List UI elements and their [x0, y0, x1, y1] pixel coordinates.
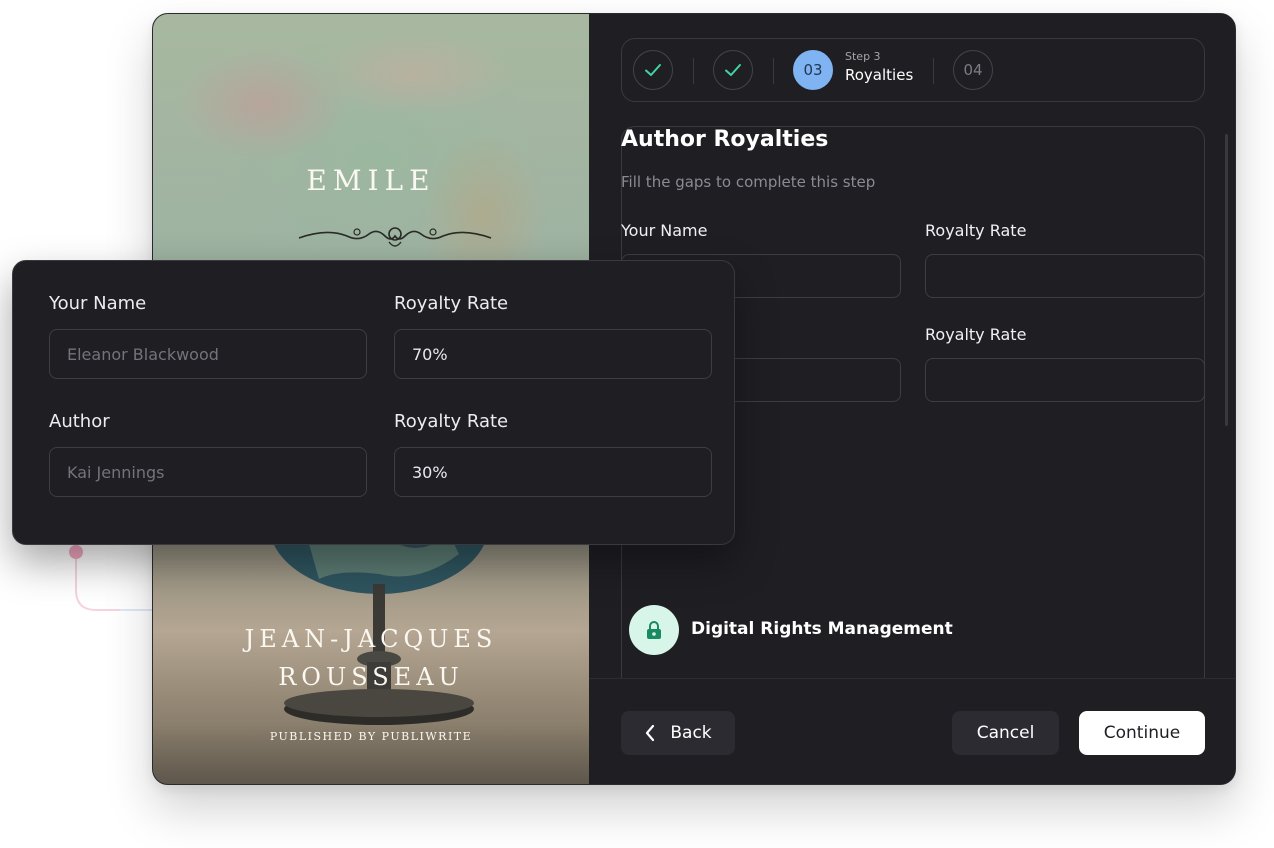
page-subtitle: Fill the gaps to complete this step [621, 173, 876, 191]
step-kicker: Step 3 [845, 50, 881, 63]
check-icon [645, 64, 661, 76]
step-divider [773, 58, 774, 84]
royalty-rate-label-2: Royalty Rate [394, 411, 509, 432]
step-3-active[interactable]: 03 [793, 50, 833, 90]
step-1-complete[interactable] [633, 50, 673, 90]
cancel-button[interactable]: Cancel [952, 711, 1059, 755]
your-name-input[interactable] [49, 329, 367, 379]
scrollbar[interactable] [1225, 134, 1228, 426]
footer-actions: Back Cancel Continue [589, 678, 1235, 784]
lock-icon [647, 621, 661, 639]
page-title: Author Royalties [621, 127, 829, 152]
cover-title: EMILE [306, 164, 436, 197]
back-button[interactable]: Back [621, 711, 735, 755]
royalty-rate-input-2[interactable] [394, 447, 712, 497]
royalty-rate-input[interactable] [394, 329, 712, 379]
drm-label: Digital Rights Management [691, 619, 953, 639]
step-2-complete[interactable] [713, 50, 753, 90]
check-icon [725, 64, 741, 76]
royalty-rate-label: Royalty Rate [394, 293, 509, 314]
stepper: 03 Step 3 Royalties 04 [621, 38, 1205, 102]
author-label: Author [49, 411, 110, 432]
cover-author-first: JEAN-JACQUES [244, 625, 498, 653]
step-4-upcoming[interactable]: 04 [953, 50, 993, 90]
cover-author: JEAN-JACQUES ROUSSEAU [153, 620, 589, 696]
royalty-rate-field[interactable] [925, 254, 1205, 298]
cover-publisher: PUBLISHED BY PUBLIWRITE [269, 730, 473, 743]
your-name-label: Your Name [621, 221, 708, 240]
cover-author-last: ROUSSEAU [278, 663, 464, 691]
royalty-rate-field-2[interactable] [925, 358, 1205, 402]
royalty-rate-label-2: Royalty Rate [925, 325, 1027, 344]
step-divider [693, 58, 694, 84]
step-label: Royalties [845, 66, 914, 84]
step-divider [933, 58, 934, 84]
ornament-flourish-icon [298, 227, 492, 247]
author-input[interactable] [49, 447, 367, 497]
drm-toggle[interactable] [629, 605, 679, 655]
continue-button[interactable]: Continue [1079, 711, 1205, 755]
royalty-split-card: Your Name Royalty Rate Author Royalty Ra… [12, 260, 735, 545]
chevron-left-icon [646, 724, 655, 742]
back-label: Back [670, 723, 712, 743]
step-3-meta: Step 3 Royalties [845, 50, 913, 86]
royalty-rate-label: Royalty Rate [925, 221, 1027, 240]
your-name-label: Your Name [49, 293, 147, 314]
